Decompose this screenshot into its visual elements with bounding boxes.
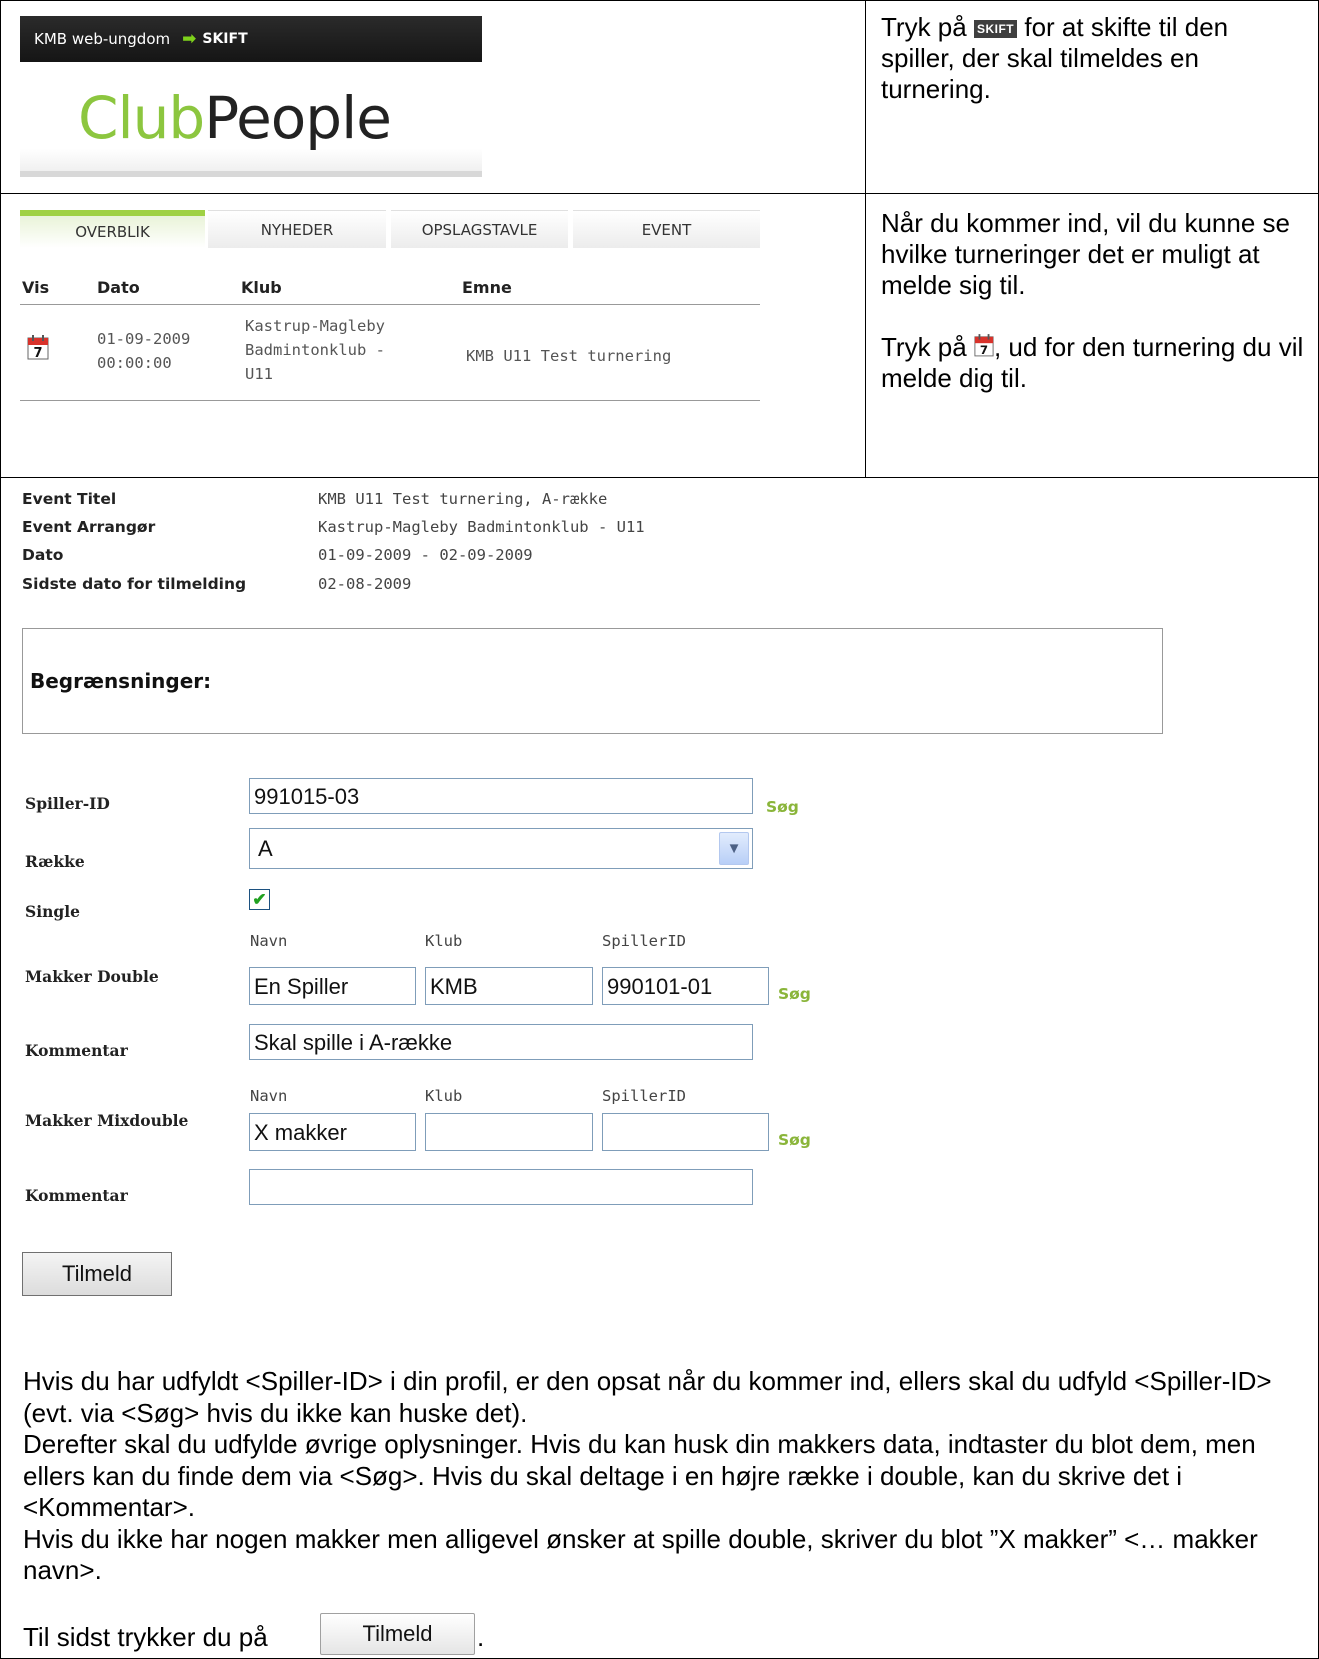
mix-partner-label: Makker Mixdouble bbox=[25, 1111, 189, 1130]
row-label: Række bbox=[25, 852, 85, 871]
deadline-value: 02-08-2009 bbox=[318, 575, 412, 593]
mix-comment-input[interactable] bbox=[249, 1169, 753, 1205]
row-select-value: A bbox=[258, 836, 273, 861]
skift-badge: SKIFT bbox=[973, 20, 1018, 38]
single-checkbox[interactable]: ✔ bbox=[249, 889, 270, 910]
row-divider-list bbox=[20, 400, 760, 401]
explanation-p1: Hvis du har udfyldt <Spiller-ID> i din p… bbox=[23, 1366, 1272, 1428]
tab-opslagstavle[interactable]: OPSLAGSTAVLE bbox=[391, 210, 568, 248]
final-period: . bbox=[477, 1622, 485, 1652]
calendar-icon[interactable]: 7 bbox=[27, 334, 49, 360]
event-date: 01-09-2009 00:00:00 bbox=[97, 330, 191, 372]
tab-nyheder[interactable]: NYHEDER bbox=[208, 210, 386, 248]
column-header-dato: Dato bbox=[97, 278, 140, 297]
logo-area: ClubPeople bbox=[20, 62, 482, 177]
double-comment-label: Kommentar bbox=[25, 1041, 128, 1060]
double-id-header: SpillerID bbox=[602, 932, 686, 950]
event-date-value: 01-09-2009 - 02-09-2009 bbox=[318, 546, 533, 564]
player-id-label: Spiller-ID bbox=[25, 794, 110, 813]
header-divider bbox=[20, 304, 760, 305]
clubpeople-logo: ClubPeople bbox=[78, 84, 392, 152]
submit-button[interactable]: Tilmeld bbox=[22, 1252, 172, 1296]
mix-name-input[interactable] bbox=[249, 1113, 416, 1151]
row-divider bbox=[0, 193, 1319, 194]
final-instruction: Til sidst trykker du på bbox=[23, 1622, 268, 1652]
player-id-input[interactable] bbox=[249, 778, 753, 814]
org-name: KMB web-ungdom bbox=[34, 30, 171, 48]
double-partner-label: Makker Double bbox=[25, 967, 159, 986]
double-name-input[interactable] bbox=[249, 967, 416, 1005]
event-subject: KMB U11 Test turnering bbox=[466, 347, 672, 365]
double-search-link[interactable]: Søg bbox=[778, 985, 811, 1003]
single-label: Single bbox=[25, 902, 80, 921]
player-search-link[interactable]: Søg bbox=[766, 798, 799, 816]
explanation-p2: Derefter skal du udfylde øvrige oplysnin… bbox=[23, 1429, 1256, 1522]
logo-stripe bbox=[20, 171, 482, 177]
mix-id-header: SpillerID bbox=[602, 1087, 686, 1105]
double-club-input[interactable] bbox=[425, 967, 593, 1005]
mix-id-input[interactable] bbox=[602, 1113, 769, 1151]
event-title-label: Event Titel bbox=[22, 490, 117, 508]
mix-search-link[interactable]: Søg bbox=[778, 1131, 811, 1149]
instruction-step1: Tryk på SKIFT for at skifte til den spil… bbox=[881, 12, 1229, 104]
arrow-right-icon: ➡ bbox=[182, 29, 197, 49]
switch-button[interactable]: ➡ SKIFT bbox=[182, 29, 248, 49]
svg-text:7: 7 bbox=[33, 346, 42, 360]
event-title-value: KMB U11 Test turnering, A-række bbox=[318, 490, 608, 508]
top-bar: KMB web-ungdom ➡ SKIFT bbox=[20, 16, 482, 62]
event-date-label: Dato bbox=[22, 546, 64, 564]
double-comment-input[interactable] bbox=[249, 1024, 753, 1060]
switch-label: SKIFT bbox=[202, 31, 248, 47]
column-divider bbox=[865, 0, 866, 477]
column-header-vis: Vis bbox=[22, 278, 50, 297]
explanation-p3: Hvis du ikke har nogen makker men allige… bbox=[23, 1523, 1258, 1586]
column-header-emne: Emne bbox=[462, 278, 512, 297]
row-select[interactable]: A ▼ bbox=[249, 828, 753, 869]
double-club-header: Klub bbox=[425, 932, 463, 950]
tab-overblik[interactable]: OVERBLIK bbox=[20, 210, 205, 248]
double-id-input[interactable] bbox=[602, 967, 769, 1005]
explanation-text: Hvis du har udfyldt <Spiller-ID> i din p… bbox=[23, 1366, 1303, 1587]
event-club: Kastrup-Magleby Badmintonklub - U11 bbox=[245, 317, 385, 383]
column-header-klub: Klub bbox=[241, 278, 282, 297]
mix-club-header: Klub bbox=[425, 1087, 463, 1105]
svg-text:7: 7 bbox=[980, 343, 988, 357]
row-divider bbox=[0, 477, 1319, 478]
mix-comment-label: Kommentar bbox=[25, 1186, 128, 1205]
restrictions-box: Begrænsninger: bbox=[22, 628, 1163, 734]
deadline-label: Sidste dato for tilmelding bbox=[22, 575, 247, 593]
restrictions-label: Begrænsninger: bbox=[30, 669, 212, 693]
event-organizer-value: Kastrup-Magleby Badmintonklub - U11 bbox=[318, 518, 645, 536]
double-name-header: Navn bbox=[250, 932, 288, 950]
mix-club-input[interactable] bbox=[425, 1113, 593, 1151]
mix-name-header: Navn bbox=[250, 1087, 288, 1105]
tab-event[interactable]: EVENT bbox=[573, 210, 760, 248]
instruction-step2: Når du kommer ind, vil du kunne se hvilk… bbox=[881, 208, 1304, 393]
chevron-down-icon[interactable]: ▼ bbox=[719, 832, 749, 865]
calendar-icon-inline: 7 bbox=[974, 334, 994, 357]
event-organizer-label: Event Arrangør bbox=[22, 518, 156, 536]
tab-bar: OVERBLIK NYHEDER OPSLAGSTAVLE EVENT bbox=[20, 210, 760, 250]
inline-submit-button: Tilmeld bbox=[320, 1613, 475, 1655]
